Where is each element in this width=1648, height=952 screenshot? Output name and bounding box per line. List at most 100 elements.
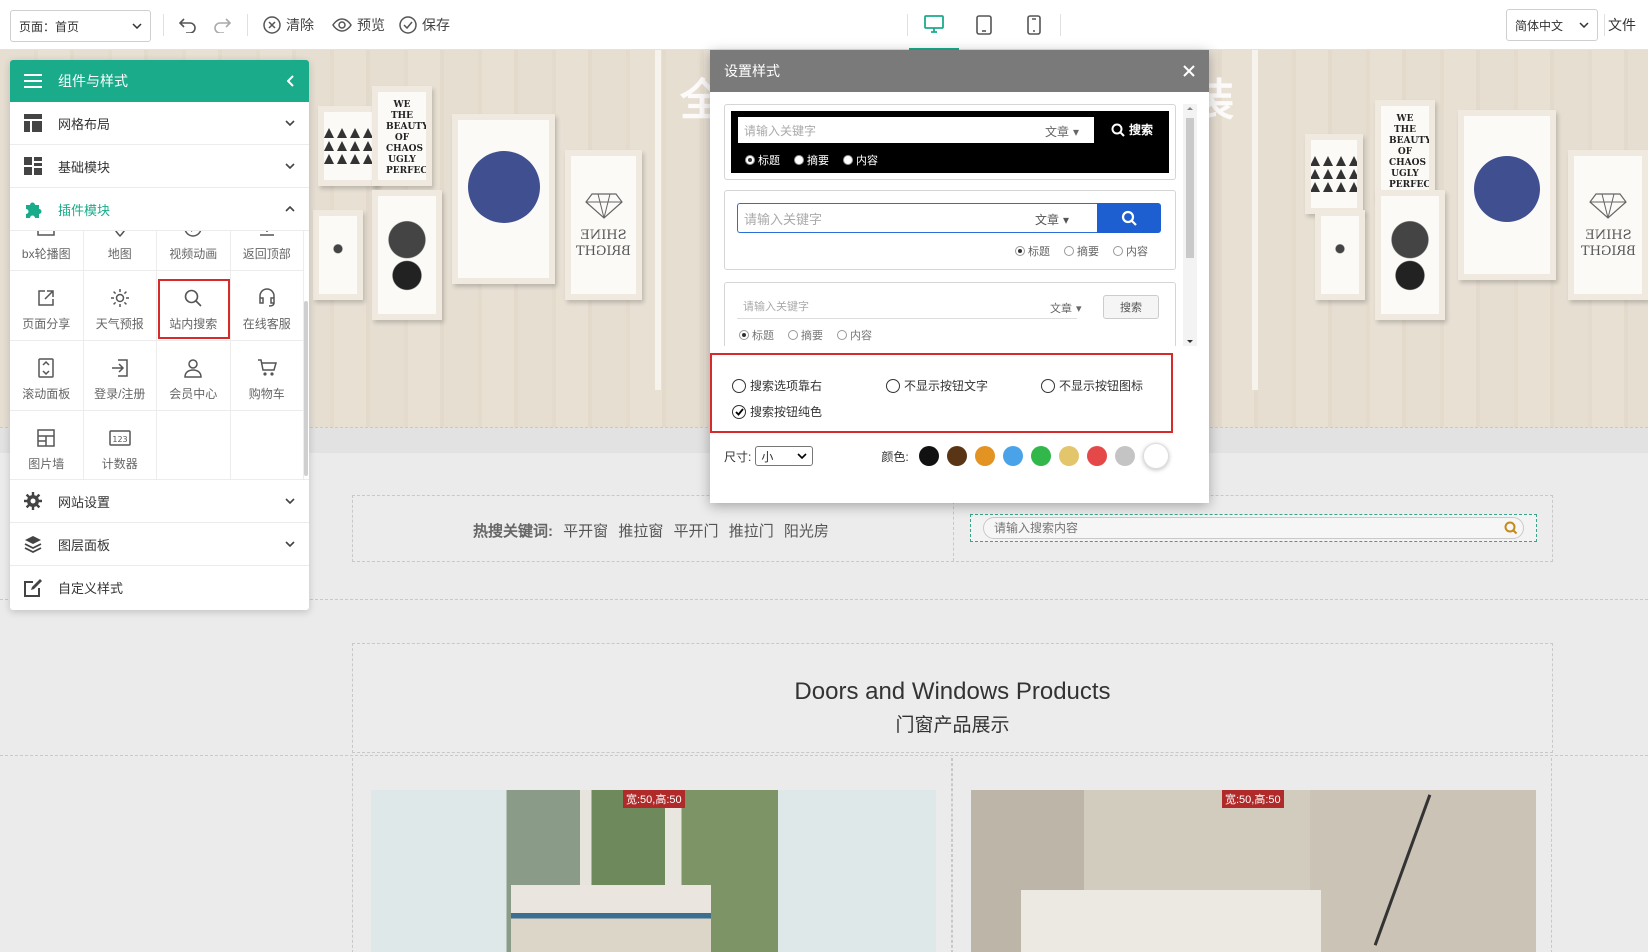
clear-button[interactable]: 清除	[263, 14, 314, 36]
section-plugin-modules[interactable]: 插件模块	[10, 188, 309, 231]
section-basic-modules[interactable]: 基础模块	[10, 145, 309, 188]
language-select[interactable]: 简体中文	[1506, 9, 1598, 41]
search-style-2[interactable]: 请输入关键字 文章 ▾ 标题 摘要 内容	[724, 190, 1176, 270]
color-swatch[interactable]	[1086, 446, 1107, 466]
plugin-map[interactable]: 地图	[83, 231, 157, 271]
chevron-up-icon	[285, 206, 295, 212]
panel-scrollbar[interactable]	[304, 301, 308, 476]
toolbar-divider	[1604, 14, 1605, 36]
hot-search-section[interactable]: 热搜关键词: 平开窗 推拉窗 平开门 推拉门 阳光房	[352, 488, 1553, 562]
option-solid-button[interactable]: 搜索按钮纯色	[732, 403, 822, 420]
plugin-carousel[interactable]: bx轮播图	[10, 231, 84, 271]
search-style-1[interactable]: 请输入关键字 文章 ▾ 搜索 标题 摘要 内容	[724, 104, 1176, 180]
hot-word[interactable]: 阳光房	[784, 523, 829, 540]
preview-button[interactable]: 预览	[332, 14, 385, 36]
chevron-down-icon	[285, 163, 295, 169]
section-layers-panel[interactable]: 图层面板	[10, 523, 309, 566]
plugin-image-wall[interactable]: 图片墙	[10, 411, 84, 479]
section-grid-layout[interactable]: 网格布局	[10, 102, 309, 145]
color-swatches	[918, 443, 1169, 469]
wall-frame-planet	[1458, 110, 1556, 280]
file-menu[interactable]: 文件	[1608, 15, 1636, 35]
plugin-member-center[interactable]: 会员中心	[157, 341, 231, 411]
site-search-input[interactable]	[983, 517, 1524, 539]
hot-word[interactable]: 推拉窗	[618, 523, 663, 540]
color-swatch[interactable]	[1030, 446, 1051, 466]
page-select[interactable]: 页面：首页	[10, 10, 151, 42]
scroll-thumb[interactable]	[1186, 118, 1194, 258]
scroll-up-icon[interactable]	[1183, 104, 1197, 112]
collapse-left-icon[interactable]	[287, 75, 295, 87]
magnifier-icon[interactable]	[1504, 521, 1518, 535]
style-settings-dialog: 设置样式 请输入关键字 文章▾ 搜索 标题 摘要 内容 请输入关键字 文章▾	[710, 50, 1209, 503]
hot-word[interactable]: 平开窗	[563, 523, 608, 540]
redo-icon[interactable]	[210, 13, 234, 37]
plugin-label: 返回顶部	[242, 247, 291, 261]
color-swatch[interactable]	[974, 446, 995, 466]
edit-icon	[24, 578, 42, 597]
option-checkbox[interactable]	[732, 378, 746, 393]
plugin-login[interactable]: 登录/注册	[83, 341, 157, 411]
color-swatch[interactable]	[1002, 446, 1023, 466]
language-value: 简体中文	[1515, 18, 1564, 33]
plugin-video[interactable]: 视频动画	[157, 231, 231, 271]
dialog-scrollbar[interactable]	[1183, 104, 1197, 346]
plugin-back-top[interactable]: 返回顶部	[230, 231, 304, 271]
close-icon[interactable]	[1183, 65, 1195, 77]
undo-icon[interactable]	[176, 13, 200, 37]
plugin-customer-service[interactable]: 在线客服	[230, 271, 304, 341]
hot-word[interactable]: 推拉门	[729, 523, 774, 540]
product-card[interactable]: 宽:50,高:50	[952, 758, 1552, 952]
section-label: 自定义样式	[58, 581, 124, 596]
option-checkbox[interactable]	[886, 378, 900, 393]
wall-frame-shine: SHINE BRIGHT	[565, 150, 642, 300]
photo-lamp	[1373, 794, 1432, 946]
radio-dot	[1113, 246, 1123, 256]
plugin-site-search[interactable]: 站内搜索	[157, 271, 231, 341]
plugin-share[interactable]: 页面分享	[10, 271, 84, 341]
tablet-view-button[interactable]	[959, 0, 1009, 50]
plugin-weather[interactable]: 天气预报	[83, 271, 157, 341]
option-checkbox-checked[interactable]	[732, 404, 746, 419]
mobile-icon	[1027, 15, 1041, 35]
color-swatch[interactable]	[1058, 446, 1079, 466]
mobile-view-button[interactable]	[1009, 0, 1059, 50]
option-hide-button-icon[interactable]: 不显示按钮图标	[1041, 377, 1143, 394]
size-badge: 宽:50,高:50	[623, 790, 685, 808]
site-search-widget[interactable]	[970, 514, 1537, 542]
plugin-puzzle-icon	[26, 202, 42, 218]
option-checkbox[interactable]	[1041, 378, 1055, 393]
plugin-scroll-panel[interactable]: 滚动面板	[10, 341, 84, 411]
radio-dot	[788, 330, 798, 340]
search-icon	[184, 289, 202, 307]
section-custom-style[interactable]: 自定义样式	[10, 566, 309, 609]
hot-word[interactable]: 平开门	[674, 523, 719, 540]
size-select[interactable]: 小	[755, 446, 814, 466]
save-button[interactable]: 保存	[399, 14, 450, 36]
hot-words-label: 热搜关键词:	[473, 523, 553, 540]
product-photo-window[interactable]: 宽:50,高:50	[371, 790, 936, 952]
clear-label: 清除	[286, 17, 314, 33]
plugin-counter[interactable]: 123 计数器	[84, 411, 157, 479]
section-site-settings[interactable]: 网站设置	[10, 480, 309, 523]
search-style-3[interactable]: 请输入关键字 文章 ▾ 搜索 标题 摘要 内容	[724, 282, 1176, 346]
column-divider	[953, 496, 954, 561]
eye-icon	[332, 18, 352, 32]
menu-icon[interactable]	[24, 74, 42, 88]
plugin-cart[interactable]: 购物车	[230, 341, 304, 411]
preview-label: 预览	[357, 17, 385, 33]
color-swatch[interactable]	[1114, 446, 1135, 466]
color-swatch[interactable]	[918, 446, 939, 466]
option-hide-button-text[interactable]: 不显示按钮文字	[886, 377, 988, 394]
style-2-radios: 标题 摘要 内容	[1015, 243, 1148, 259]
product-card[interactable]: 宽:50,高:50	[352, 758, 952, 952]
color-swatch[interactable]	[1142, 443, 1169, 469]
color-swatch[interactable]	[946, 446, 967, 466]
desktop-view-button[interactable]	[909, 0, 959, 50]
size-label: 尺寸:	[724, 449, 752, 464]
scroll-down-icon[interactable]	[1183, 338, 1197, 346]
product-photo-room[interactable]: 宽:50,高:50	[971, 790, 1536, 952]
option-search-right[interactable]: 搜索选项靠右	[732, 377, 822, 394]
wall-frame	[318, 106, 378, 186]
option-label: 不显示按钮文字	[904, 379, 989, 393]
